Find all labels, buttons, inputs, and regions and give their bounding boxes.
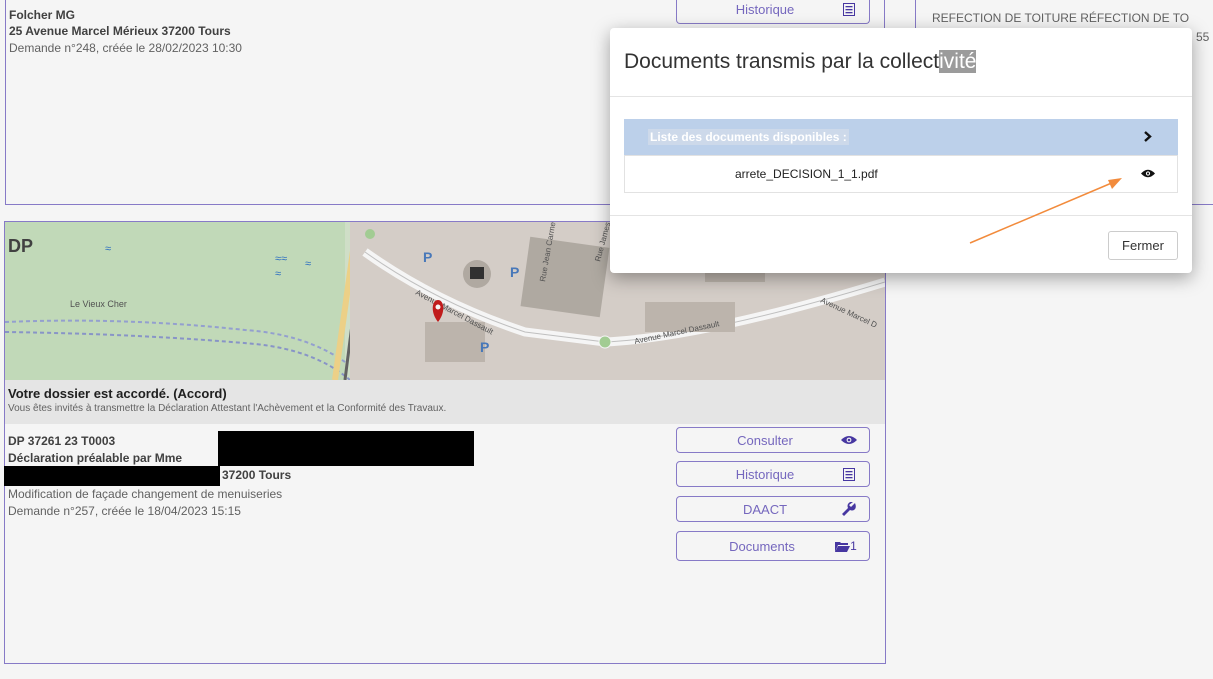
modal-title-main: Documents transmis par la collect [624,50,940,73]
documents-list-header[interactable]: Liste des documents disponibles : [624,119,1178,155]
modal-title: Documents transmis par la collectivité [624,50,977,74]
chevron-right-icon [1144,129,1152,145]
modal-title-highlight: ivité [939,50,977,73]
document-row: arrete_DECISION_1_1.pdf [624,155,1178,193]
modal-footer-divider [610,215,1192,216]
documents-list-header-label: Liste des documents disponibles : [648,129,849,145]
close-button[interactable]: Fermer [1108,231,1178,260]
eye-icon[interactable] [1141,165,1155,183]
documents-modal: Documents transmis par la collectivité L… [610,28,1192,273]
document-file-name: arrete_DECISION_1_1.pdf [735,167,878,181]
modal-header-divider [610,96,1192,97]
